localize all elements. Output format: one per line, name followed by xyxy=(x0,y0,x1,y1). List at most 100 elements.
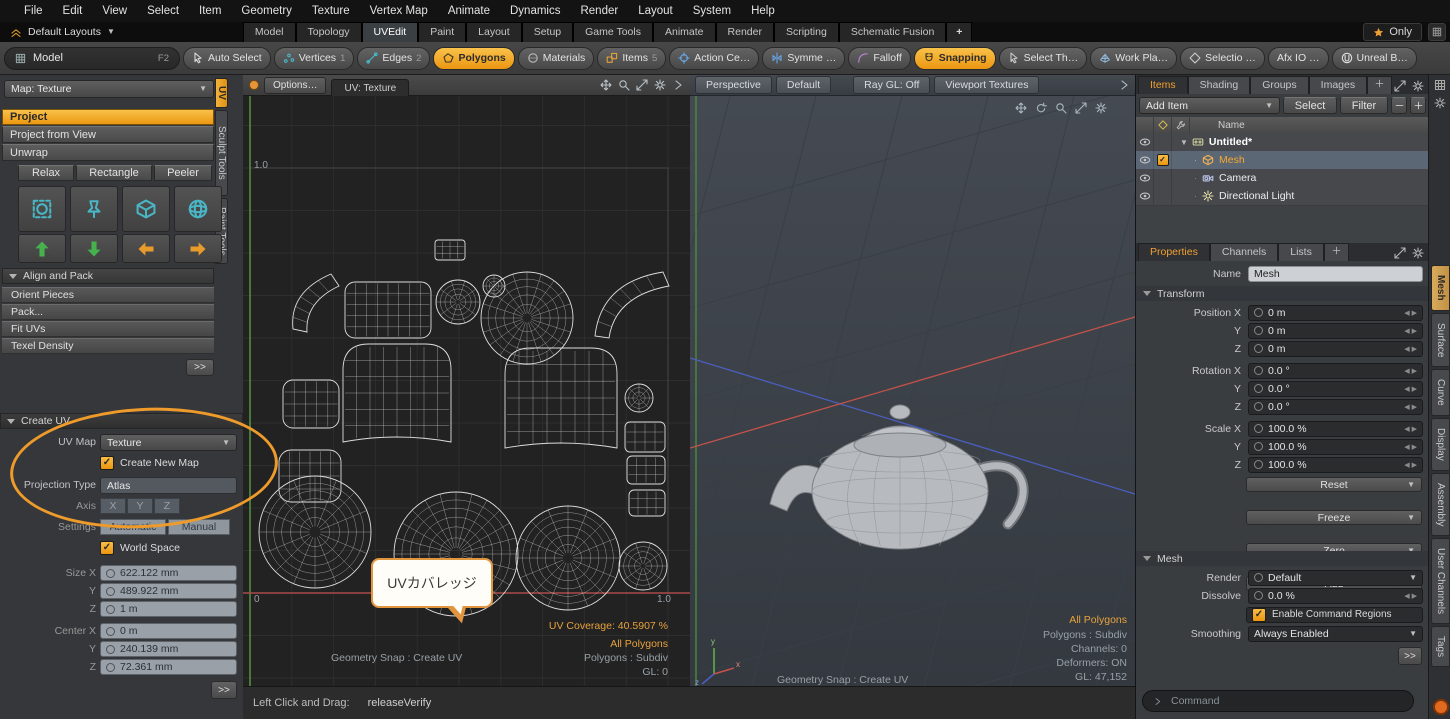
uv-pin-tool-button[interactable] xyxy=(70,186,118,232)
manual-button[interactable]: Manual xyxy=(168,519,230,535)
keyframe-icon[interactable] xyxy=(1254,308,1263,317)
viewport-shading-tab[interactable]: Default xyxy=(776,76,831,94)
align-and-pack-header[interactable]: Align and Pack xyxy=(2,268,214,284)
gear-icon[interactable] xyxy=(1434,97,1446,109)
command-input[interactable] xyxy=(1169,694,1403,708)
center-z-field[interactable]: 72.361 mm xyxy=(100,659,237,675)
menu-texture[interactable]: Texture xyxy=(302,5,360,17)
menu-render[interactable]: Render xyxy=(570,5,628,17)
enable-command-regions-toggle[interactable]: ✓ Enable Command Regions xyxy=(1246,607,1423,623)
gear-icon[interactable] xyxy=(1412,247,1424,259)
properties-more-button[interactable]: >> xyxy=(1398,647,1422,665)
gear-icon[interactable] xyxy=(1095,102,1107,114)
uv-map-dropdown[interactable]: Texture▼ xyxy=(100,434,237,451)
eye-icon[interactable] xyxy=(1136,169,1154,187)
keyframe-icon[interactable] xyxy=(1254,460,1263,469)
render-toggle-checkbox[interactable]: ✓ xyxy=(1157,154,1169,166)
reset-button[interactable]: Reset▼ xyxy=(1246,477,1422,492)
keyframe-icon[interactable] xyxy=(1254,591,1263,600)
menu-layout[interactable]: Layout xyxy=(628,5,683,17)
uv-options-button[interactable]: Options… xyxy=(264,77,326,94)
command-regions-checkbox[interactable]: ✓ xyxy=(1252,608,1266,622)
layout-options-button[interactable] xyxy=(1428,23,1446,41)
eye-icon[interactable] xyxy=(1136,151,1154,169)
uv-texture-tab[interactable]: UV: Texture xyxy=(331,79,409,96)
form-tab-assembly[interactable]: Assembly xyxy=(1431,473,1450,536)
form-tab-curve[interactable]: Curve xyxy=(1431,369,1450,416)
position-y-field[interactable]: 0 m◀ ▶ xyxy=(1248,323,1423,339)
select-through-button[interactable]: Select Th… xyxy=(999,47,1088,70)
rectangle-button[interactable]: Rectangle xyxy=(76,165,152,181)
fit-uvs-button[interactable]: Fit UVs xyxy=(2,321,214,337)
tab-channels[interactable]: Channels xyxy=(1210,243,1278,261)
shift-down-button[interactable] xyxy=(70,234,118,263)
viewport-textures-tab[interactable]: Viewport Textures xyxy=(934,76,1039,94)
center-x-field[interactable]: 0 m xyxy=(100,623,237,639)
render-dropdown[interactable]: Default▼ xyxy=(1248,570,1423,586)
keyframe-icon[interactable] xyxy=(1254,573,1263,582)
automatic-button[interactable]: Automatic xyxy=(100,519,166,535)
menu-help[interactable]: Help xyxy=(741,5,785,17)
menu-edit[interactable]: Edit xyxy=(53,5,93,17)
menu-item[interactable]: Item xyxy=(189,5,231,17)
item-row-scene[interactable]: ▼ Untitled* xyxy=(1136,133,1429,152)
zoom-icon[interactable] xyxy=(1055,102,1067,114)
symmetry-button[interactable]: Symme … xyxy=(762,47,845,70)
size-y-field[interactable]: 489.922 mm xyxy=(100,583,237,599)
menu-animate[interactable]: Animate xyxy=(438,5,500,17)
menu-system[interactable]: System xyxy=(683,5,741,17)
keyframe-icon[interactable] xyxy=(1254,344,1263,353)
3d-viewport-canvas[interactable]: yxz All Polygons Polygons : Subdiv Chann… xyxy=(690,96,1135,686)
tab-shading[interactable]: Shading xyxy=(1188,76,1251,94)
orbit-icon[interactable] xyxy=(1035,102,1047,114)
menu-dynamics[interactable]: Dynamics xyxy=(500,5,570,17)
pan-icon[interactable] xyxy=(1015,102,1027,114)
expand-icon[interactable] xyxy=(1394,247,1406,259)
form-tab-tags[interactable]: Tags xyxy=(1431,626,1450,667)
uv-sphere-projection-button[interactable] xyxy=(174,186,222,232)
position-z-field[interactable]: 0 m◀ ▶ xyxy=(1248,341,1423,357)
gear-icon[interactable] xyxy=(654,79,666,91)
transform-section-header[interactable]: Transform xyxy=(1136,286,1429,301)
peeler-button[interactable]: Peeler xyxy=(154,165,212,181)
rotation-z-field[interactable]: 0.0 °◀ ▶ xyxy=(1248,399,1423,415)
tab-images[interactable]: Images xyxy=(1309,76,1367,94)
tab-setup[interactable]: Setup xyxy=(522,22,573,42)
more-tools-button[interactable]: >> xyxy=(186,359,214,376)
select-button[interactable]: Select xyxy=(1283,97,1337,114)
position-x-field[interactable]: 0 m◀ ▶ xyxy=(1248,305,1423,321)
project-from-view-button[interactable]: Project from View xyxy=(2,126,214,143)
item-row-camera[interactable]: · Camera xyxy=(1136,169,1429,188)
pack-button[interactable]: Pack... xyxy=(2,304,214,320)
falloff-button[interactable]: Falloff xyxy=(848,47,910,70)
auto-select-button[interactable]: Auto Select xyxy=(183,47,271,70)
move-icon[interactable] xyxy=(600,79,612,91)
add-item-dropdown[interactable]: Add Item▼ xyxy=(1139,97,1280,114)
uv-box-projection-button[interactable] xyxy=(122,186,170,232)
tab-game-tools[interactable]: Game Tools xyxy=(573,22,653,42)
layout-selector[interactable]: Default Layouts ▼ xyxy=(0,22,125,42)
uv-transform-tool-button[interactable] xyxy=(18,186,66,232)
center-y-field[interactable]: 240.139 mm xyxy=(100,641,237,657)
tab-properties[interactable]: Properties xyxy=(1138,243,1210,261)
spinner[interactable]: ◀ ▶ xyxy=(1404,425,1417,433)
tab-lists[interactable]: Lists xyxy=(1278,243,1324,261)
relax-button[interactable]: Relax xyxy=(18,165,74,181)
mode-selector[interactable]: Model F2 xyxy=(4,47,180,70)
afx-io-button[interactable]: Afx IO … xyxy=(1268,47,1329,70)
form-tab-surface[interactable]: Surface xyxy=(1431,313,1450,367)
panel-dot-icon[interactable] xyxy=(249,80,259,90)
chevron-right-icon[interactable] xyxy=(672,79,684,91)
chevron-right-icon[interactable] xyxy=(1118,79,1130,91)
spinner[interactable]: ◀ ▶ xyxy=(1404,443,1417,451)
selection-sets-button[interactable]: Selectio … xyxy=(1180,47,1265,70)
form-tab-user-channels[interactable]: User Channels xyxy=(1431,538,1450,624)
unwrap-button[interactable]: Unwrap xyxy=(2,144,214,161)
tool-properties-more-button[interactable]: >> xyxy=(211,681,237,699)
menu-vertex-map[interactable]: Vertex Map xyxy=(360,5,438,17)
orient-pieces-button[interactable]: Orient Pieces xyxy=(2,287,214,303)
scale-y-field[interactable]: 100.0 %◀ ▶ xyxy=(1248,439,1423,455)
scale-z-field[interactable]: 100.0 %◀ ▶ xyxy=(1248,457,1423,473)
form-tab-mesh[interactable]: Mesh xyxy=(1431,265,1450,311)
axis-z-button[interactable]: Z xyxy=(154,498,180,514)
